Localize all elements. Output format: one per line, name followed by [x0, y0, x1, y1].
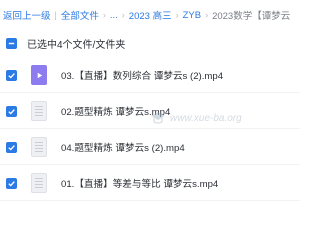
video-file-icon	[31, 65, 47, 85]
selection-bar: 已选中4个文件/文件夹	[0, 30, 300, 56]
document-thumbnail-icon	[31, 137, 47, 157]
row-checkbox[interactable]	[6, 177, 17, 189]
file-row[interactable]: 03.【直播】数列综合 谭梦云s (2).mp4	[0, 58, 300, 93]
breadcrumb-zyb[interactable]: ZYB	[180, 10, 204, 21]
file-row[interactable]: 02.题型精炼 谭梦云s.mp4	[0, 94, 300, 129]
document-thumbnail-icon	[31, 173, 47, 193]
row-checkbox[interactable]	[6, 69, 17, 81]
document-thumbnail-icon	[31, 101, 47, 121]
file-name[interactable]: 01.【直播】等差与等比 谭梦云s.mp4	[61, 176, 218, 190]
file-name[interactable]: 02.题型精炼 谭梦云s.mp4	[61, 104, 170, 118]
file-row[interactable]: 01.【直播】等差与等比 谭梦云s.mp4	[0, 166, 300, 201]
file-name[interactable]: 04.题型精炼 谭梦云s (2).mp4	[61, 140, 185, 154]
breadcrumb-all-files[interactable]: 全部文件	[58, 8, 102, 22]
back-link[interactable]: 返回上一级	[0, 8, 54, 22]
select-all-checkbox[interactable]	[6, 37, 17, 49]
minus-icon	[8, 42, 15, 44]
breadcrumb-2023-grade3[interactable]: 2023 高三	[126, 8, 175, 22]
file-row[interactable]: 04.题型精炼 谭梦云s (2).mp4	[0, 130, 300, 165]
check-icon	[8, 108, 15, 115]
selection-summary: 已选中4个文件/文件夹	[27, 39, 126, 51]
file-list: 03.【直播】数列综合 谭梦云s (2).mp4 02.题型精炼 谭梦云s.mp…	[0, 58, 300, 202]
row-checkbox[interactable]	[6, 105, 17, 117]
breadcrumb: 返回上一级 | 全部文件 › ... › 2023 高三 › ZYB › 202…	[0, 0, 300, 30]
breadcrumb-ellipsis[interactable]: ...	[107, 10, 121, 21]
check-icon	[8, 144, 15, 151]
check-icon	[8, 72, 15, 79]
breadcrumb-current: 2023数学【谭梦云	[212, 11, 291, 22]
check-icon	[8, 180, 15, 187]
play-icon	[37, 72, 42, 78]
row-checkbox[interactable]	[6, 141, 17, 153]
file-name[interactable]: 03.【直播】数列综合 谭梦云s (2).mp4	[61, 68, 223, 82]
